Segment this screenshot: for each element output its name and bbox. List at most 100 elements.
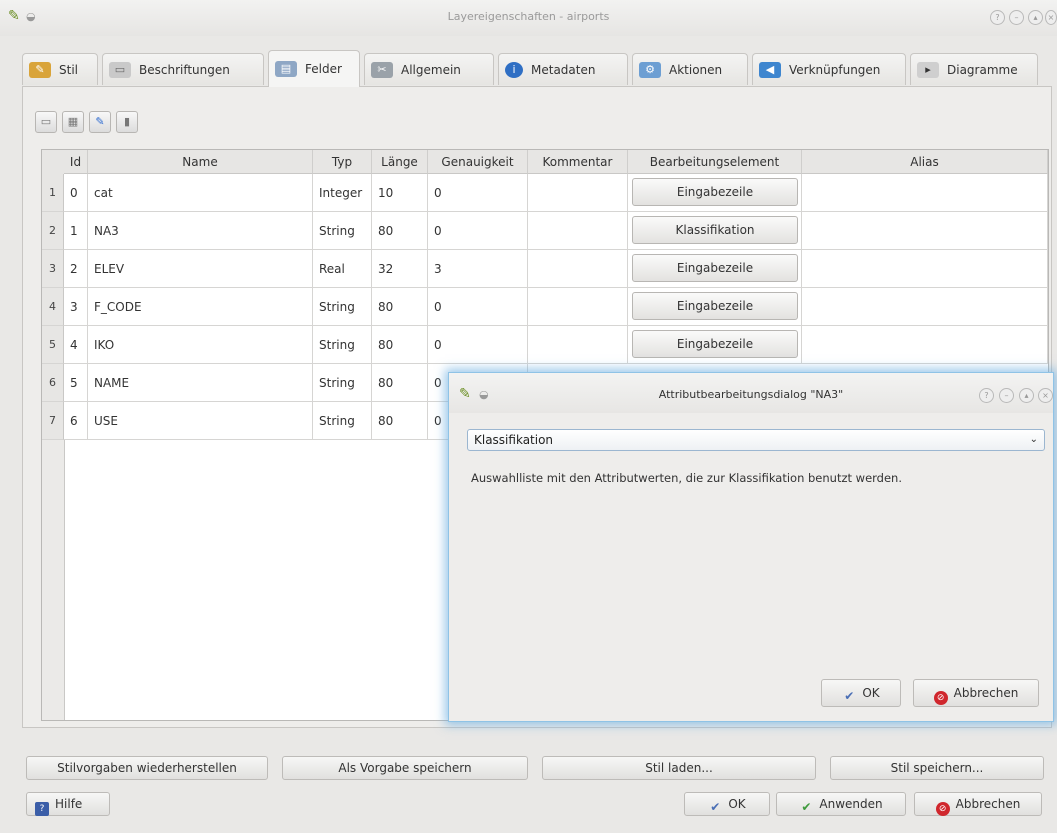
cell-alias[interactable]: [802, 288, 1048, 326]
cell-genauigkeit[interactable]: 0: [428, 174, 528, 212]
header-alias[interactable]: Alias: [802, 150, 1048, 174]
header-id[interactable]: Id: [64, 150, 88, 174]
row-header[interactable]: 1: [42, 174, 64, 212]
cell-kommentar[interactable]: [528, 250, 628, 288]
edit-type-select[interactable]: Klassifikation ⌄: [467, 429, 1045, 451]
edit-type-description: Auswahlliste mit den Attributwerten, die…: [471, 471, 902, 485]
dialog-ok-button[interactable]: ✔ OK: [821, 679, 901, 707]
cell-id[interactable]: 2: [64, 250, 88, 288]
tab-felder[interactable]: ▤ Felder: [268, 50, 360, 87]
cell-laenge[interactable]: 80: [372, 364, 428, 402]
cell-alias[interactable]: [802, 174, 1048, 212]
edit-widget-button[interactable]: Eingabezeile: [632, 292, 798, 320]
ok-button[interactable]: ✔ OK: [684, 792, 770, 816]
header-genauigkeit[interactable]: Genauigkeit: [428, 150, 528, 174]
cell-name[interactable]: NA3: [88, 212, 313, 250]
apply-button[interactable]: ✔ Anwenden: [776, 792, 906, 816]
cell-genauigkeit[interactable]: 0: [428, 326, 528, 364]
edit-widget-button[interactable]: Eingabezeile: [632, 254, 798, 282]
cell-name[interactable]: USE: [88, 402, 313, 440]
save-style-button[interactable]: Stil speichern...: [830, 756, 1044, 780]
edit-widget-button[interactable]: Eingabezeile: [632, 330, 798, 358]
row-header[interactable]: 3: [42, 250, 64, 288]
tab-metadaten[interactable]: i Metadaten: [498, 53, 628, 85]
toggle-edit-icon[interactable]: ✎: [89, 111, 111, 133]
cell-typ[interactable]: String: [313, 288, 372, 326]
cell-kommentar[interactable]: [528, 212, 628, 250]
cell-id[interactable]: 0: [64, 174, 88, 212]
save-default-style-button[interactable]: Als Vorgabe speichern: [282, 756, 528, 780]
cell-alias[interactable]: [802, 250, 1048, 288]
cell-typ[interactable]: String: [313, 326, 372, 364]
cell-laenge[interactable]: 80: [372, 212, 428, 250]
cell-name[interactable]: ELEV: [88, 250, 313, 288]
cell-laenge[interactable]: 10: [372, 174, 428, 212]
dialog-cancel-button[interactable]: ⊘ Abbrechen: [913, 679, 1039, 707]
help-button[interactable]: ? Hilfe: [26, 792, 110, 816]
cell-id[interactable]: 5: [64, 364, 88, 402]
edit-widget-button[interactable]: Klassifikation: [632, 216, 798, 244]
cell-typ[interactable]: Integer: [313, 174, 372, 212]
row-header[interactable]: 5: [42, 326, 64, 364]
tab-aktionen[interactable]: ⚙ Aktionen: [632, 53, 748, 85]
cell-typ[interactable]: String: [313, 402, 372, 440]
cell-typ[interactable]: Real: [313, 250, 372, 288]
tab-stil[interactable]: ✎ Stil: [22, 53, 98, 85]
cell-id[interactable]: 3: [64, 288, 88, 326]
minimize-icon[interactable]: –: [1009, 10, 1024, 25]
table-icon: ▤: [275, 61, 297, 77]
row-header[interactable]: 6: [42, 364, 64, 402]
maximize-icon[interactable]: ▴: [1019, 388, 1034, 403]
delete-column-icon[interactable]: ▦: [62, 111, 84, 133]
cell-typ[interactable]: String: [313, 212, 372, 250]
tab-label: Beschriftungen: [139, 62, 230, 77]
cell-kommentar[interactable]: [528, 174, 628, 212]
help-window-icon[interactable]: ?: [979, 388, 994, 403]
close-icon[interactable]: ×: [1045, 10, 1057, 25]
header-kommentar[interactable]: Kommentar: [528, 150, 628, 174]
cell-laenge[interactable]: 80: [372, 402, 428, 440]
row-header[interactable]: 4: [42, 288, 64, 326]
cell-name[interactable]: IKO: [88, 326, 313, 364]
tab-verknuepfungen[interactable]: ◀ Verknüpfungen: [752, 53, 906, 85]
header-name[interactable]: Name: [88, 150, 313, 174]
cell-id[interactable]: 1: [64, 212, 88, 250]
row-header[interactable]: 7: [42, 402, 64, 440]
tab-allgemein[interactable]: ✂ Allgemein: [364, 53, 494, 85]
restore-style-button[interactable]: Stilvorgaben wiederherstellen: [26, 756, 268, 780]
field-calculator-icon[interactable]: ▮: [116, 111, 138, 133]
load-style-button[interactable]: Stil laden...: [542, 756, 816, 780]
cell-id[interactable]: 4: [64, 326, 88, 364]
cell-id[interactable]: 6: [64, 402, 88, 440]
header-laenge[interactable]: Länge: [372, 150, 428, 174]
cell-kommentar[interactable]: [528, 326, 628, 364]
help-icon: ?: [35, 802, 49, 816]
cell-laenge[interactable]: 80: [372, 288, 428, 326]
cell-genauigkeit[interactable]: 0: [428, 288, 528, 326]
label-icon: ▭: [109, 61, 131, 78]
cell-genauigkeit[interactable]: 0: [428, 212, 528, 250]
cell-kommentar[interactable]: [528, 288, 628, 326]
edit-widget-button[interactable]: Eingabezeile: [632, 178, 798, 206]
cell-laenge[interactable]: 32: [372, 250, 428, 288]
cell-genauigkeit[interactable]: 3: [428, 250, 528, 288]
header-bearbeitungselement[interactable]: Bearbeitungselement: [628, 150, 802, 174]
close-icon[interactable]: ×: [1038, 388, 1053, 403]
cell-name[interactable]: cat: [88, 174, 313, 212]
maximize-icon[interactable]: ▴: [1028, 10, 1043, 25]
tab-diagramme[interactable]: ▸ Diagramme: [910, 53, 1038, 85]
chevron-down-icon: ⌄: [1029, 434, 1038, 445]
cell-name[interactable]: NAME: [88, 364, 313, 402]
minimize-icon[interactable]: –: [999, 388, 1014, 403]
cell-alias[interactable]: [802, 326, 1048, 364]
row-header[interactable]: 2: [42, 212, 64, 250]
cell-alias[interactable]: [802, 212, 1048, 250]
tab-beschriftungen[interactable]: ▭ Beschriftungen: [102, 53, 264, 85]
header-typ[interactable]: Typ: [313, 150, 372, 174]
cell-name[interactable]: F_CODE: [88, 288, 313, 326]
cell-typ[interactable]: String: [313, 364, 372, 402]
cell-laenge[interactable]: 80: [372, 326, 428, 364]
cancel-button[interactable]: ⊘ Abbrechen: [914, 792, 1042, 816]
help-window-icon[interactable]: ?: [990, 10, 1005, 25]
new-column-icon[interactable]: ▭: [35, 111, 57, 133]
